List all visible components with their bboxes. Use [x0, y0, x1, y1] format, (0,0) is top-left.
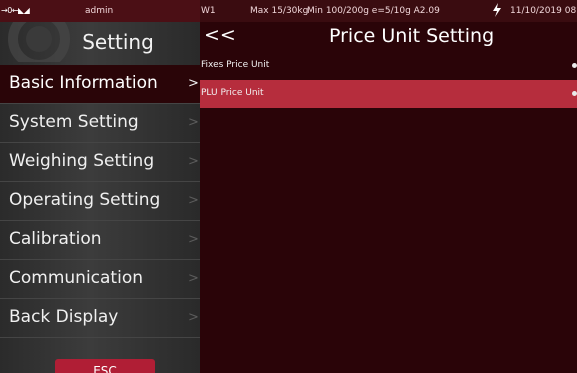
price-unit-setting-screen: →0←◣◢ admin W1 Max 15/30kg Min 100/200g …	[0, 0, 577, 373]
sidebar-item-weighing-setting[interactable]: Weighing Setting >	[0, 143, 200, 182]
chevron-right-icon: >	[188, 154, 199, 169]
chevron-right-icon: >	[188, 115, 199, 130]
min-capacity: Min 100/200g e=5/10g A2.09	[307, 6, 440, 16]
flash-icon	[493, 3, 501, 17]
esc-button[interactable]: ESC	[55, 359, 155, 373]
sidebar-item-calibration[interactable]: Calibration >	[0, 221, 200, 260]
chevron-right-icon: >	[188, 232, 199, 247]
scale-indicator: W1	[201, 6, 216, 16]
chevron-right-icon: >	[188, 76, 199, 91]
max-capacity: Max 15/30kg	[250, 6, 309, 16]
user-name: admin	[85, 6, 114, 16]
sidebar-item-label: System Setting	[9, 112, 139, 132]
sidebar-item-basic-information[interactable]: Basic Information >	[0, 65, 200, 104]
scale-status-icon: →0←◣◢	[1, 6, 30, 15]
chevron-right-icon: >	[188, 193, 199, 208]
radio-icon[interactable]	[572, 63, 577, 68]
option-label: Fixes Price Unit	[201, 60, 270, 70]
option-label: PLU Price Unit	[201, 88, 264, 98]
sidebar-item-communication[interactable]: Communication >	[0, 260, 200, 299]
main-panel: << Price Unit Setting Fixes Price Unit P…	[200, 22, 577, 373]
chevron-right-icon: >	[188, 310, 199, 325]
back-button[interactable]: <<	[204, 24, 236, 46]
radio-icon[interactable]	[572, 91, 577, 96]
sidebar: Setting Basic Information > System Setti…	[0, 22, 200, 373]
status-bar: →0←◣◢ admin W1 Max 15/30kg Min 100/200g …	[0, 0, 577, 22]
status-bar-left: →0←◣◢ admin	[0, 0, 200, 22]
sidebar-item-system-setting[interactable]: System Setting >	[0, 104, 200, 143]
option-plu-price-unit[interactable]: PLU Price Unit	[200, 80, 577, 108]
date-time: 11/10/2019 08:39	[510, 6, 577, 16]
sidebar-item-label: Communication	[9, 268, 143, 288]
sidebar-item-label: Calibration	[9, 229, 102, 249]
sidebar-header: Setting	[0, 22, 200, 62]
sidebar-item-operating-setting[interactable]: Operating Setting >	[0, 182, 200, 221]
sidebar-title: Setting	[82, 30, 154, 54]
sidebar-item-label: Back Display	[9, 307, 119, 327]
option-fixes-price-unit[interactable]: Fixes Price Unit	[200, 52, 577, 80]
sidebar-item-label: Weighing Setting	[9, 151, 155, 171]
sidebar-item-back-display[interactable]: Back Display >	[0, 299, 200, 338]
sidebar-nav: Basic Information > System Setting > Wei…	[0, 65, 200, 338]
page-title: Price Unit Setting	[329, 25, 495, 47]
chevron-right-icon: >	[188, 271, 199, 286]
sidebar-item-label: Operating Setting	[9, 190, 161, 210]
sidebar-item-label: Basic Information	[9, 73, 158, 93]
main-header: << Price Unit Setting	[200, 22, 577, 52]
